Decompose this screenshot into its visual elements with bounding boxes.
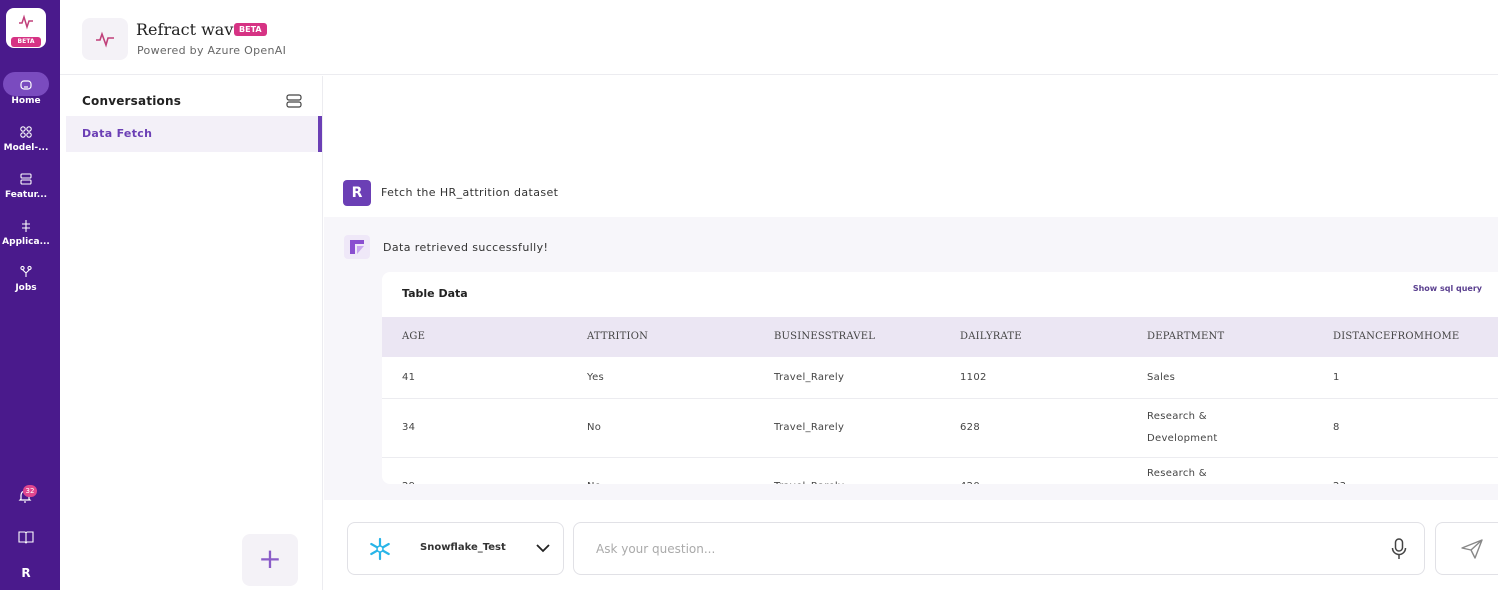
chevron-down-icon <box>536 544 550 553</box>
rail-item-application[interactable]: Applica... <box>0 219 52 247</box>
table-cell: 23 <box>1333 476 1346 484</box>
app-logo[interactable]: BETA <box>6 8 46 48</box>
send-icon <box>1461 539 1483 559</box>
conversation-item-data-fetch[interactable]: Data Fetch <box>66 116 322 152</box>
rail-item-feature[interactable]: Featur... <box>0 172 52 200</box>
table-cell: Sales <box>1147 372 1176 383</box>
column-header[interactable]: AGE <box>402 331 425 342</box>
logo-beta-badge: BETA <box>11 37 41 47</box>
snowflake-icon <box>370 537 390 561</box>
nav-rail: BETA Home Model-... Featur... Applica...… <box>0 0 60 590</box>
beta-badge: BETA <box>234 23 267 36</box>
app-subtitle: Powered by Azure OpenAI <box>137 44 287 57</box>
bot-response: Data retrieved successfully! Table Data … <box>324 217 1498 500</box>
new-conversation-button[interactable]: + <box>242 534 298 586</box>
header-logo <box>82 18 128 60</box>
rail-item-model[interactable]: Model-... <box>0 125 52 153</box>
rail-item-label: Featur... <box>4 190 48 200</box>
column-header[interactable]: DISTANCEFROMHOME <box>1333 331 1459 342</box>
column-header[interactable]: BUSINESSTRAVEL <box>774 331 875 342</box>
table-cell: No <box>587 422 602 433</box>
chat-area: R Fetch the HR_attrition dataset Data re… <box>324 76 1498 500</box>
jobs-icon <box>20 265 32 277</box>
bot-avatar <box>344 235 370 259</box>
table-title: Table Data <box>402 287 468 300</box>
rail-item-label: Home <box>11 96 41 106</box>
send-button[interactable] <box>1435 522 1498 575</box>
microphone-icon[interactable] <box>1391 537 1407 561</box>
app-header: Refract wave BETA Powered by Azure OpenA… <box>60 0 1498 75</box>
data-source-select[interactable]: Snowflake_Test <box>347 522 564 575</box>
rail-item-label: Jobs <box>15 283 37 293</box>
table-cell: No <box>587 476 601 484</box>
show-sql-query-link[interactable]: Show sql query <box>1413 284 1482 293</box>
app-title: Refract wave <box>136 20 243 39</box>
user-message-text: Fetch the HR_attrition dataset <box>381 186 559 199</box>
table-row: 29 No Travel_Rarely 420 Research & 23 <box>382 458 1498 484</box>
table-row: 41 Yes Travel_Rarely 1102 Sales 1 <box>382 357 1498 399</box>
book-icon <box>18 531 34 544</box>
column-header[interactable]: DEPARTMENT <box>1147 331 1224 342</box>
bot-message-text: Data retrieved successfully! <box>383 241 549 254</box>
conversations-panel: Conversations Data Fetch + <box>60 76 323 590</box>
rail-item-label: Applica... <box>2 237 50 247</box>
table-cell: Research & <box>1147 468 1207 479</box>
table-cell: 628 <box>960 422 980 433</box>
data-source-label: Snowflake_Test <box>420 542 506 553</box>
table-cell: 1 <box>1333 372 1340 383</box>
conversation-item-label: Data Fetch <box>82 127 153 140</box>
question-input-box <box>573 522 1425 575</box>
feature-icon <box>20 173 32 185</box>
home-icon <box>20 80 32 90</box>
table-cell: 29 <box>402 476 415 484</box>
question-input[interactable] <box>596 539 1366 559</box>
user-avatar[interactable]: R <box>0 566 56 580</box>
notification-count-badge: 32 <box>23 485 37 497</box>
table-cell: Travel_Rarely <box>774 476 844 484</box>
model-icon <box>20 126 32 138</box>
table-cell: Yes <box>587 372 605 383</box>
table-cell: Research & Development <box>1147 411 1218 444</box>
table-cell: 41 <box>402 372 416 383</box>
rail-item-jobs[interactable]: Jobs <box>0 265 52 293</box>
table-data-card: Table Data Show sql query AGE ATTRITION … <box>382 272 1498 484</box>
table-header: AGE ATTRITION BUSINESSTRAVEL DAILYRATE D… <box>382 317 1498 357</box>
bot-logo-icon <box>350 240 364 254</box>
column-header[interactable]: DAILYRATE <box>960 331 1022 342</box>
docs-button[interactable] <box>0 529 60 548</box>
application-icon <box>22 220 30 232</box>
user-message-avatar: R <box>343 180 371 206</box>
panel-toggle-icon[interactable] <box>286 94 302 108</box>
conversations-title: Conversations <box>82 94 182 108</box>
rail-item-home[interactable]: Home <box>0 78 52 106</box>
wave-logo-icon <box>96 31 114 48</box>
table-cell: Travel_Rarely <box>774 422 845 433</box>
table-cell: 1102 <box>960 372 987 383</box>
table-cell: 34 <box>402 422 416 433</box>
table-cell: 8 <box>1333 422 1340 433</box>
table-row: 34 No Travel_Rarely 628 Research & Devel… <box>382 399 1498 458</box>
column-header[interactable]: ATTRITION <box>587 331 648 342</box>
table-cell: Travel_Rarely <box>774 372 845 383</box>
rail-item-label: Model-... <box>3 143 49 153</box>
table-cell: 420 <box>960 476 980 484</box>
wave-logo-icon <box>19 14 33 30</box>
